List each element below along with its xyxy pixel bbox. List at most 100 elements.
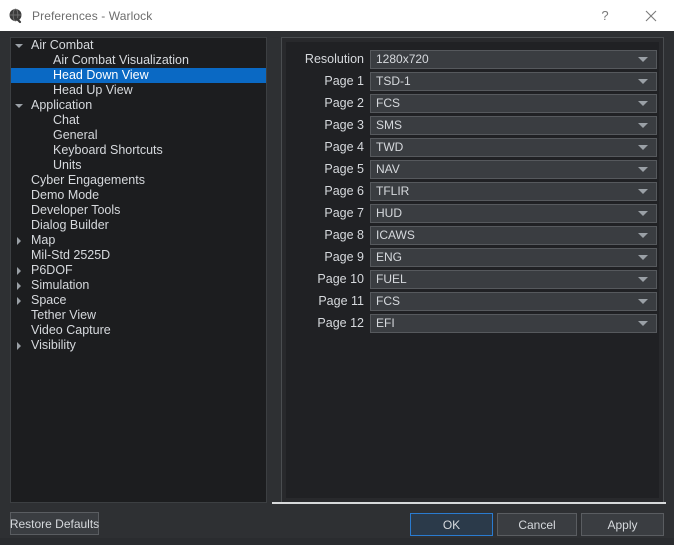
dropdown-value: ENG: [376, 250, 403, 264]
tree-item-label: Cyber Engagements: [31, 173, 145, 187]
tree-item-application[interactable]: Application: [11, 98, 266, 113]
chevron-down-icon: [638, 101, 648, 106]
dropdown-page-12[interactable]: EFI: [370, 313, 657, 333]
dialog-body: Air Combat Air Combat Visualization Head D…: [0, 31, 674, 545]
tree-item-label: Developer Tools: [31, 203, 121, 217]
tree-item-tether-view[interactable]: Tether View: [11, 308, 266, 323]
dropdown-page-5[interactable]: NAV: [370, 159, 657, 179]
tree-item-head-up-view[interactable]: Head Up View: [11, 83, 266, 98]
options-panel-inner: Resolution 1280x720 Page 1 TSD-1 Page 2 FCS Pa…: [286, 42, 659, 498]
tree-item-units[interactable]: Units: [11, 158, 266, 173]
chevron-right-icon[interactable]: [11, 296, 27, 305]
dropdown-value: FCS: [376, 96, 400, 110]
preferences-category-tree[interactable]: Air Combat Air Combat Visualization Head D…: [10, 37, 267, 503]
close-button[interactable]: [628, 0, 674, 31]
chevron-down-icon: [638, 255, 648, 260]
option-row: Page 3 SMS: [286, 114, 659, 136]
option-row: Page 8 ICAWS: [286, 224, 659, 246]
chevron-right-icon[interactable]: [11, 281, 27, 290]
option-row: Page 5 NAV: [286, 158, 659, 180]
tree-item-label: Application: [31, 98, 93, 112]
tree-item-cyber-engagements[interactable]: Cyber Engagements: [11, 173, 266, 188]
tree-item-dialog-builder[interactable]: Dialog Builder: [11, 218, 266, 233]
chevron-down-icon: [638, 167, 648, 172]
dropdown-page-8[interactable]: ICAWS: [370, 225, 657, 245]
chevron-down-icon: [638, 211, 648, 216]
option-row: Page 2 FCS: [286, 92, 659, 114]
tree-item-label: Simulation: [31, 278, 90, 292]
option-row: Page 7 HUD: [286, 202, 659, 224]
tree-item-label: Keyboard Shortcuts: [53, 143, 163, 157]
tree-item-air-combat-visualization[interactable]: Air Combat Visualization: [11, 53, 266, 68]
chevron-down-icon[interactable]: [11, 43, 27, 48]
tree-item-developer-tools[interactable]: Developer Tools: [11, 203, 266, 218]
dropdown-page-7[interactable]: HUD: [370, 203, 657, 223]
cancel-button[interactable]: Cancel: [497, 513, 577, 536]
dropdown-value: FUEL: [376, 272, 407, 286]
tree-item-label: Units: [53, 158, 82, 172]
footer-separator: [272, 502, 666, 504]
option-row: Page 10 FUEL: [286, 268, 659, 290]
dropdown-page-11[interactable]: FCS: [370, 291, 657, 311]
tree-item-label: Air Combat Visualization: [53, 53, 189, 67]
tree-item-chat[interactable]: Chat: [11, 113, 266, 128]
dropdown-page-2[interactable]: FCS: [370, 93, 657, 113]
dropdown-page-10[interactable]: FUEL: [370, 269, 657, 289]
option-label: Page 7: [324, 206, 364, 220]
chevron-down-icon: [638, 123, 648, 128]
tree-item-video-capture[interactable]: Video Capture: [11, 323, 266, 338]
ok-button[interactable]: OK: [410, 513, 493, 536]
tree-item-label: General: [53, 128, 98, 142]
dropdown-value: FCS: [376, 294, 400, 308]
tree-item-demo-mode[interactable]: Demo Mode: [11, 188, 266, 203]
option-label: Page 10: [317, 272, 364, 286]
window-title: Preferences - Warlock: [32, 8, 153, 23]
dropdown-value: NAV: [376, 162, 400, 176]
tree-item-visibility[interactable]: Visibility: [11, 338, 266, 353]
tree-item-general[interactable]: General: [11, 128, 266, 143]
tree-item-keyboard-shortcuts[interactable]: Keyboard Shortcuts: [11, 143, 266, 158]
dropdown-page-6[interactable]: TFLIR: [370, 181, 657, 201]
dropdown-page-1[interactable]: TSD-1: [370, 71, 657, 91]
dropdown-page-9[interactable]: ENG: [370, 247, 657, 267]
chevron-down-icon[interactable]: [11, 103, 27, 108]
dropdown-page-4[interactable]: TWD: [370, 137, 657, 157]
tree-item-head-down-view[interactable]: Head Down View: [11, 68, 266, 83]
options-panel: Resolution 1280x720 Page 1 TSD-1 Page 2 FCS Pa…: [281, 37, 664, 503]
dropdown-resolution[interactable]: 1280x720: [370, 49, 657, 69]
dropdown-value: HUD: [376, 206, 402, 220]
option-label: Page 12: [317, 316, 364, 330]
tree-item-label: Air Combat: [31, 38, 94, 52]
tree-item-label: Tether View: [31, 308, 97, 322]
tree-item-label: Visibility: [31, 338, 76, 352]
dropdown-value: EFI: [376, 316, 395, 330]
tree-item-label: Dialog Builder: [31, 218, 109, 232]
dropdown-value: TSD-1: [376, 74, 411, 88]
window-titlebar: Preferences - Warlock ?: [0, 0, 674, 32]
tree-item-air-combat[interactable]: Air Combat: [11, 38, 266, 53]
option-label: Page 8: [324, 228, 364, 242]
option-label: Page 1: [324, 74, 364, 88]
tree-item-label: Head Down View: [53, 68, 149, 82]
option-label: Page 11: [318, 294, 364, 308]
chevron-right-icon[interactable]: [11, 266, 27, 275]
option-label: Page 2: [324, 96, 364, 110]
dialog-bottom-strip: [0, 538, 674, 545]
chevron-down-icon: [638, 79, 648, 84]
chevron-right-icon[interactable]: [11, 341, 27, 350]
option-label: Page 4: [324, 140, 364, 154]
tree-item-map[interactable]: Map: [11, 233, 266, 248]
chevron-down-icon: [638, 57, 648, 62]
tree-item-simulation[interactable]: Simulation: [11, 278, 266, 293]
dropdown-page-3[interactable]: SMS: [370, 115, 657, 135]
apply-button[interactable]: Apply: [581, 513, 664, 536]
option-row: Page 1 TSD-1: [286, 70, 659, 92]
tree-item-label: Demo Mode: [31, 188, 100, 202]
help-button[interactable]: ?: [582, 0, 628, 31]
restore-defaults-button[interactable]: Restore Defaults: [10, 512, 99, 535]
tree-item-mil-std-2525d[interactable]: Mil-Std 2525D: [11, 248, 266, 263]
chevron-right-icon[interactable]: [11, 236, 27, 245]
option-label: Page 9: [324, 250, 364, 264]
tree-item-p6dof[interactable]: P6DOF: [11, 263, 266, 278]
tree-item-space[interactable]: Space: [11, 293, 266, 308]
